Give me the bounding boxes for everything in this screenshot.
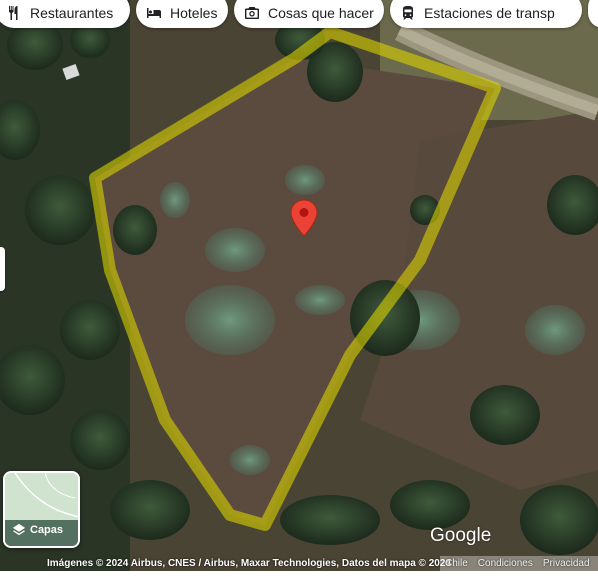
google-logo: Google xyxy=(430,525,492,546)
chip-hotels[interactable]: Hoteles xyxy=(136,0,228,28)
privacy-link[interactable]: Privacidad xyxy=(543,558,590,569)
camera-icon xyxy=(245,7,259,19)
map-pin-icon[interactable] xyxy=(290,199,318,237)
train-icon xyxy=(403,6,413,20)
terms-link[interactable]: Condiciones xyxy=(478,558,533,569)
side-panel-toggle[interactable] xyxy=(0,247,5,291)
chip-transit-stations[interactable]: Estaciones de transp xyxy=(390,0,582,28)
chip-things-to-do[interactable]: Cosas que hacer xyxy=(234,0,384,28)
map-footer: Imágenes © 2024 Airbus, CNES / Airbus, M… xyxy=(0,556,598,571)
bed-icon xyxy=(147,8,161,18)
chip-label: Estaciones de transp xyxy=(424,5,555,21)
chip-label: Cosas que hacer xyxy=(268,5,374,21)
bottom-strip xyxy=(0,571,598,578)
layers-icon xyxy=(12,523,26,536)
layers-label: Capas xyxy=(30,524,64,536)
chip-label: Hoteles xyxy=(170,5,218,21)
imagery-attribution: Imágenes © 2024 Airbus, CNES / Airbus, M… xyxy=(47,558,451,569)
country-link[interactable]: Chile xyxy=(445,558,468,569)
satellite-map[interactable] xyxy=(0,0,598,578)
layers-button[interactable]: Capas xyxy=(3,471,80,548)
fork-knife-icon xyxy=(9,6,18,20)
chip-restaurants[interactable]: Restaurantes xyxy=(0,0,130,28)
chip-label: Restaurantes xyxy=(30,5,114,21)
